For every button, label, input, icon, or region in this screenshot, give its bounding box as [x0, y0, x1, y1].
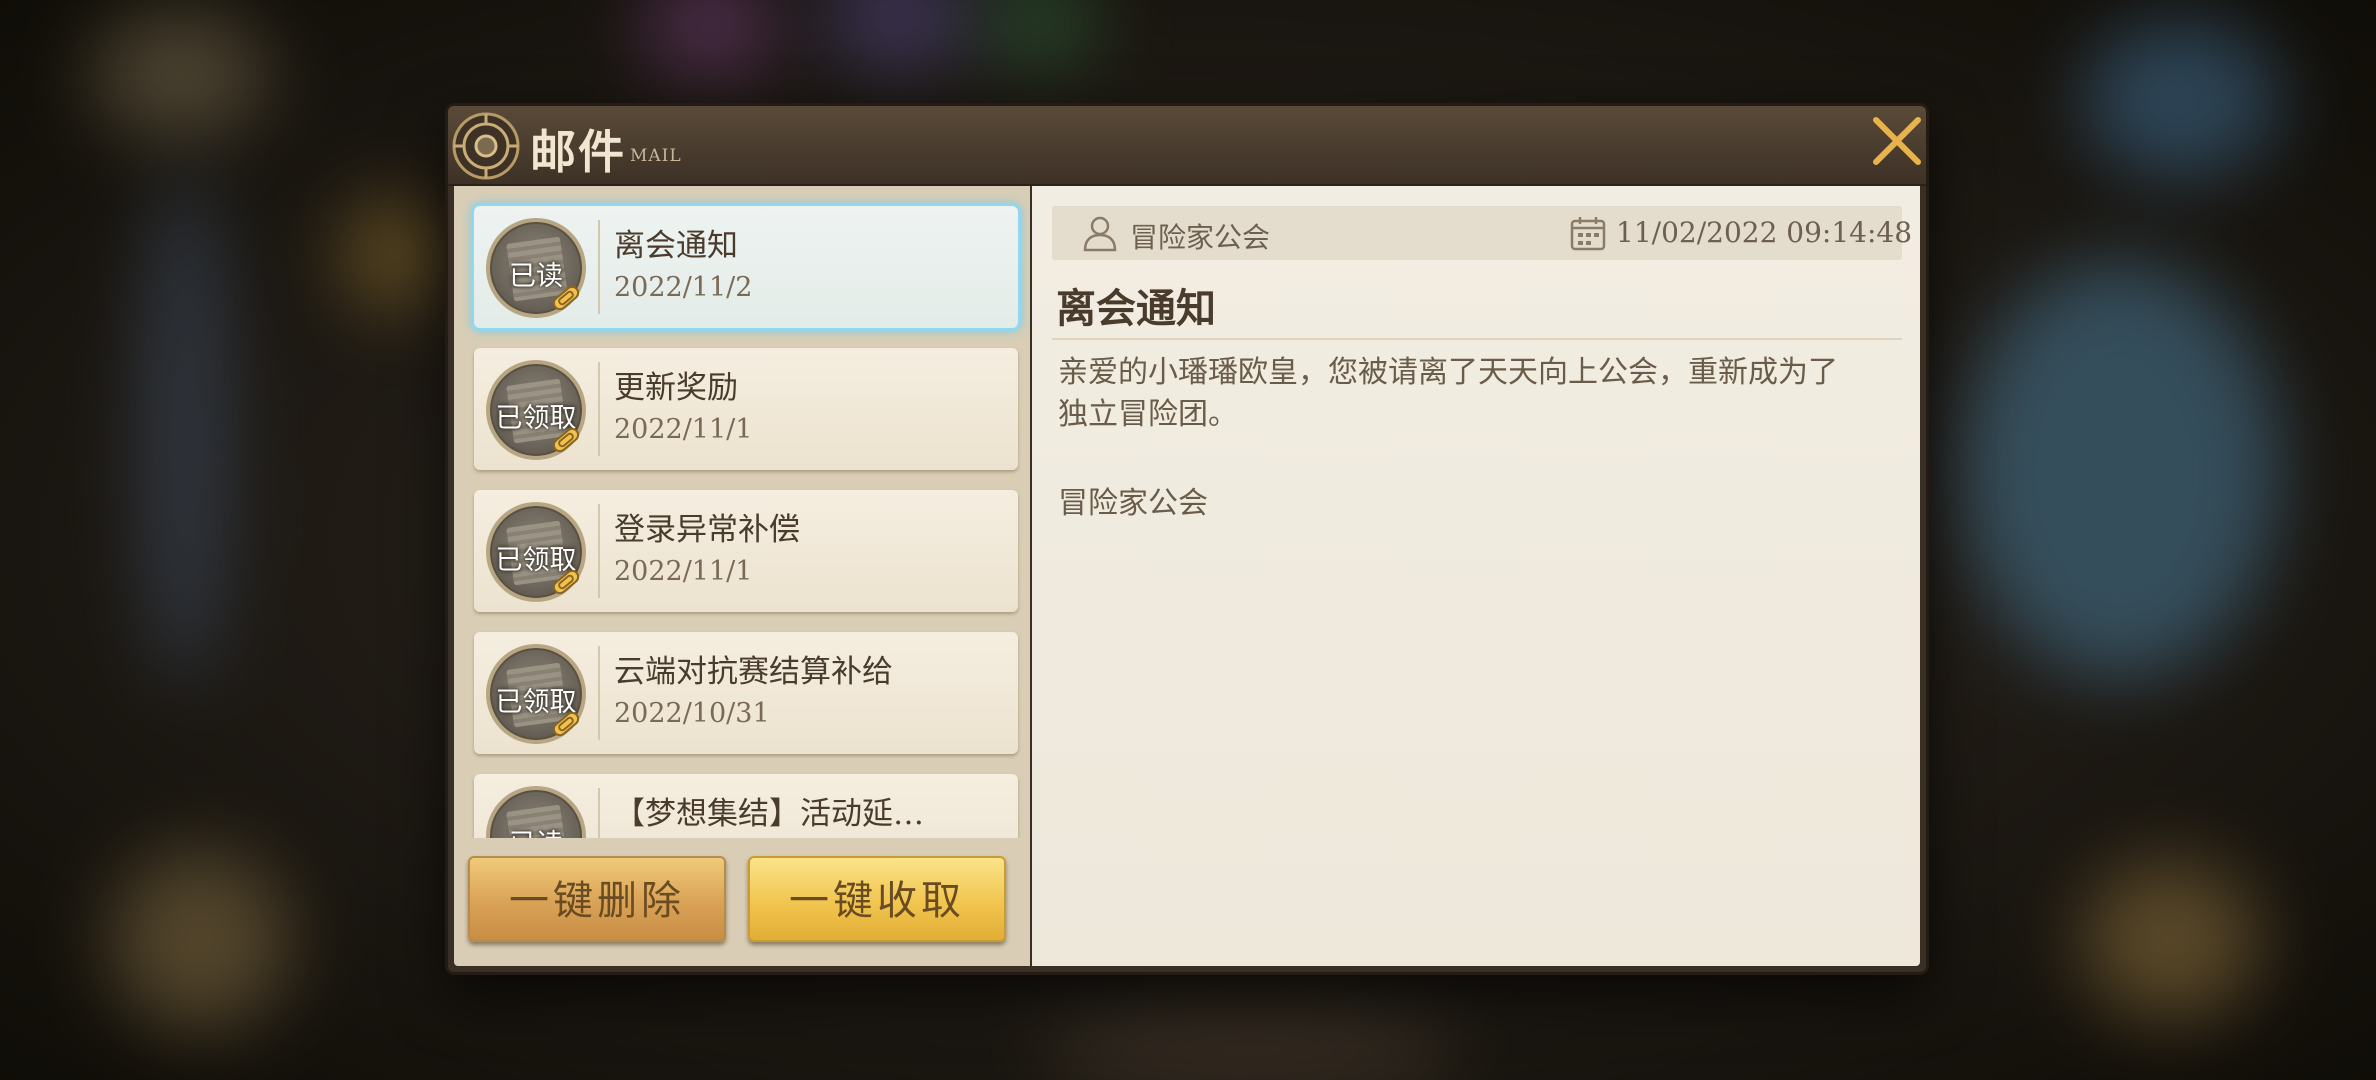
- mail-status-badge: 已读: [486, 218, 586, 318]
- mail-titlebar: 邮件 MAIL: [448, 106, 1926, 186]
- mail-status-badge: 已领取: [486, 502, 586, 602]
- mail-list-item[interactable]: 已领取 云端对抗赛结算补给 2022/10/31: [474, 632, 1018, 754]
- delete-all-button[interactable]: 一键删除: [468, 856, 726, 942]
- item-divider: [598, 220, 600, 314]
- user-icon: [1083, 216, 1117, 252]
- paperclip-icon: [552, 711, 580, 737]
- mail-body-text: 亲爱的小璠璠欧皇，您被请离了天天向上公会，重新成为了 独立冒险团。: [1058, 355, 1838, 432]
- mail-detail-panel: 冒险家公会 11/02/2022 09:14:48 离会通知 亲爱的小璠璠欧皇，…: [1032, 186, 1920, 966]
- mail-item-title: 云端对抗赛结算补给: [614, 654, 893, 690]
- mail-list-panel: 已读 离会通知 2022/11/2 已领取 更新奖励 2022/11/1 已领取…: [454, 186, 1030, 966]
- mail-list[interactable]: 已读 离会通知 2022/11/2 已领取 更新奖励 2022/11/1 已领取…: [454, 186, 1030, 838]
- item-divider: [598, 788, 600, 838]
- paperclip-icon: [552, 569, 580, 595]
- mail-item-date: 2022/11/1: [614, 556, 753, 587]
- calendar-icon: [1570, 217, 1606, 251]
- mail-list-item[interactable]: 已读 【梦想集结】活动延…: [474, 774, 1018, 838]
- mail-item-title: 更新奖励: [614, 370, 738, 406]
- mail-status-badge: 已读: [486, 786, 586, 838]
- collect-all-button[interactable]: 一键收取: [748, 856, 1006, 942]
- mail-meta-bar: 冒险家公会 11/02/2022 09:14:48: [1052, 206, 1912, 260]
- mail-item-date: 2022/11/1: [614, 414, 753, 445]
- mail-list-item[interactable]: 已读 离会通知 2022/11/2: [474, 206, 1018, 328]
- close-icon[interactable]: [1862, 106, 1932, 176]
- paperclip-icon: [552, 427, 580, 453]
- mail-sender: 冒险家公会: [1130, 221, 1271, 254]
- title-divider: [1052, 338, 1902, 340]
- dialog-title: 邮件: [530, 125, 626, 179]
- mail-list-item[interactable]: 已领取 更新奖励 2022/11/1: [474, 348, 1018, 470]
- item-divider: [598, 646, 600, 740]
- mail-signature: 冒险家公会: [1058, 486, 1208, 521]
- item-divider: [598, 504, 600, 598]
- mail-item-date: 2022/11/2: [614, 272, 753, 303]
- mail-item-title: 离会通知: [614, 228, 738, 264]
- mail-dialog: 邮件 MAIL 已读 离会通知 2022/11/2 已领取 更新奖励 2022/…: [448, 106, 1926, 972]
- mail-item-date: 2022/10/31: [614, 698, 770, 729]
- mail-list-item[interactable]: 已领取 登录异常补偿 2022/11/1: [474, 490, 1018, 612]
- guild-emblem-icon: [452, 112, 520, 180]
- dialog-subtitle: MAIL: [630, 146, 682, 166]
- mail-detail-title: 离会通知: [1056, 285, 1216, 332]
- mail-status-badge: 已领取: [486, 644, 586, 744]
- paperclip-icon: [552, 285, 580, 311]
- mail-item-title: 【梦想集结】活动延…: [614, 796, 924, 832]
- mail-datetime: 11/02/2022 09:14:48: [1616, 216, 1913, 249]
- mail-status-badge: 已领取: [486, 360, 586, 460]
- item-divider: [598, 362, 600, 456]
- mail-item-title: 登录异常补偿: [614, 512, 800, 548]
